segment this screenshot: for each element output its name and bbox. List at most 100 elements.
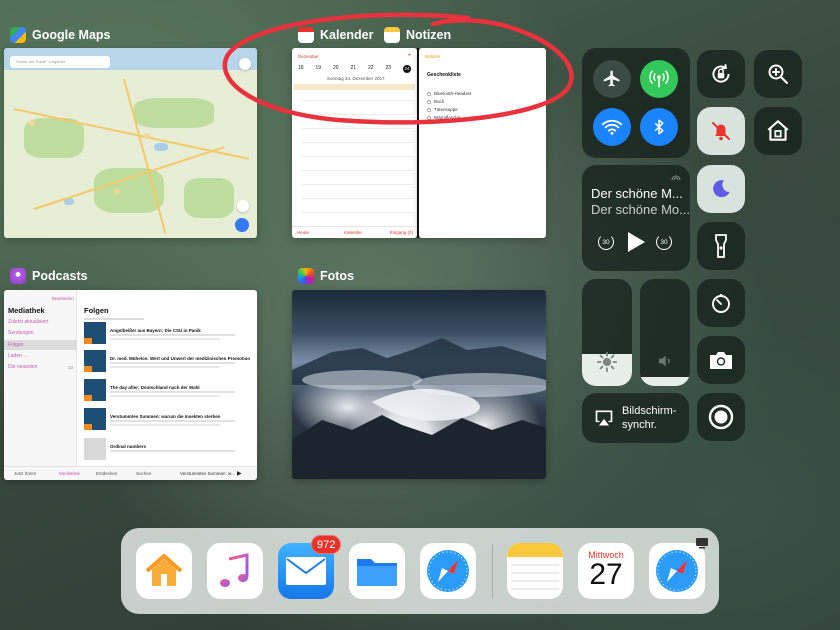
mail-badge: 972 — [311, 535, 342, 554]
sidebar-item-downloads[interactable]: Laden ... — [8, 353, 27, 359]
episode-row[interactable]: Verstummtes Summen: warum die Insekten s… — [84, 408, 244, 431]
bell-slash-icon — [712, 122, 730, 141]
map-town — [144, 133, 150, 139]
screen-recording-toggle[interactable] — [697, 393, 745, 441]
now-playing-module[interactable]: Der schöne M... Der schöne Mo... 30 30 — [582, 165, 690, 271]
episode-artwork — [84, 379, 106, 401]
rotation-lock-icon — [712, 64, 730, 83]
screen-mirroring-icon — [595, 410, 613, 426]
skip-forward-button[interactable]: 30 — [656, 234, 672, 250]
brightness-slider[interactable] — [582, 279, 632, 386]
wifi-toggle[interactable] — [593, 108, 631, 146]
flashlight-icon — [715, 234, 727, 258]
mute-toggle[interactable] — [697, 107, 745, 155]
maps-search-input[interactable]: Suche auf "Karte" eingeben — [10, 56, 110, 68]
sidebar-title: Mediathek — [8, 306, 45, 315]
calendar-toolbar: Heute Kalender Eingang (0) — [292, 226, 417, 238]
map-town — [114, 188, 120, 194]
magnifier-icon — [768, 64, 788, 84]
episode-row[interactable]: Dr. med. Mühelos: Wert und Unwert der me… — [84, 350, 250, 373]
tab-listen-now[interactable]: Jetzt hören — [14, 471, 36, 476]
maps-app-title[interactable]: Google Maps — [10, 27, 110, 43]
cellular-data-toggle[interactable] — [640, 60, 678, 98]
podcasts-tabbar: Jetzt hören Mediathek Entdecken Suchen V… — [4, 466, 257, 480]
do-not-disturb-toggle[interactable] — [697, 165, 745, 213]
tab-library[interactable]: Mediathek — [59, 471, 80, 476]
connectivity-module — [582, 48, 690, 158]
calendars-button[interactable]: Kalender — [344, 230, 362, 235]
timer-toggle[interactable] — [697, 279, 745, 327]
now-playing-subtitle: Der schöne Mo... — [591, 202, 690, 217]
play-icon[interactable] — [626, 231, 646, 253]
dock-safari-app[interactable] — [420, 543, 476, 599]
skip-back-button[interactable]: 30 — [598, 234, 614, 250]
home-app-toggle[interactable] — [754, 107, 802, 155]
podcasts-app-card[interactable]: Bearbeiten Mediathek Zuletzt aktualisier… — [4, 290, 257, 480]
photos-icon — [298, 268, 314, 284]
airplane-mode-toggle[interactable] — [593, 60, 631, 98]
volume-level — [640, 377, 690, 386]
podcasts-sidebar: Bearbeiten Mediathek Zuletzt aktualisier… — [4, 290, 77, 466]
dock-calendar-app[interactable]: Mittwoch 27 — [578, 543, 634, 599]
magnifier-toggle[interactable] — [754, 50, 802, 98]
dock-files-app[interactable] — [349, 543, 405, 599]
mountain-photo — [292, 338, 546, 479]
dock-music-app[interactable] — [207, 543, 263, 599]
episode-row[interactable]: The day after: Deutschland nach der Wahl — [84, 379, 244, 402]
tab-search[interactable]: Suchen — [136, 471, 151, 476]
antenna-icon — [649, 70, 669, 88]
record-icon — [708, 404, 734, 430]
now-playing-title: Der schöne M... — [591, 186, 683, 201]
flashlight-toggle[interactable] — [697, 222, 745, 270]
red-circle-annotation — [222, 12, 574, 125]
today-button[interactable]: Heute — [297, 230, 309, 235]
photos-app-title[interactable]: Fotos — [298, 268, 354, 284]
inbox-button[interactable]: Eingang (0) — [390, 230, 413, 235]
directions-button[interactable] — [235, 218, 249, 232]
episode-row[interactable]: Angstbeißer aus Bayern: Die CSU in Panik — [84, 322, 244, 345]
sidebar-item-recent[interactable]: Zuletzt aktualisiert — [8, 319, 48, 325]
bluetooth-icon — [654, 119, 664, 135]
now-playing-mini[interactable]: Verstummtes Summen: w... — [180, 471, 235, 476]
play-icon[interactable]: ▶ — [237, 470, 242, 477]
dock-notes-app[interactable] — [507, 543, 563, 599]
sidebar-item-newest[interactable]: Die neuesten — [8, 364, 37, 370]
episode-row[interactable]: Ordinal numbers — [84, 438, 244, 461]
home-icon — [145, 554, 183, 586]
calendar-day: 27 — [589, 558, 623, 591]
progress-divider — [84, 318, 144, 320]
rotation-lock-toggle[interactable] — [697, 50, 745, 98]
map-forest — [134, 98, 214, 128]
newest-count: 10 — [68, 365, 74, 370]
notes-icon — [507, 543, 563, 590]
maps-label: Google Maps — [32, 28, 111, 42]
dock-recent-safari-app[interactable] — [649, 543, 705, 599]
camera-icon — [710, 352, 732, 369]
edit-button[interactable]: Bearbeiten — [52, 296, 74, 301]
speaker-icon — [659, 355, 670, 367]
camera-toggle[interactable] — [697, 336, 745, 384]
photos-app-card[interactable] — [292, 290, 546, 479]
folder-icon — [357, 559, 397, 586]
sidebar-item-shows[interactable]: Sendungen — [8, 330, 34, 336]
sidebar-item-episodes[interactable]: Folgen — [8, 342, 23, 348]
dock-divider — [492, 544, 493, 598]
dock-home-app[interactable] — [136, 543, 192, 599]
episode-artwork — [84, 438, 106, 460]
envelope-icon — [286, 557, 326, 585]
handoff-icon — [696, 538, 708, 549]
moon-icon — [713, 180, 730, 198]
dock: Mittwoch 27 — [121, 528, 719, 614]
airplay-audio-icon[interactable] — [670, 173, 682, 185]
volume-slider[interactable] — [640, 279, 690, 386]
podcasts-icon — [10, 268, 26, 284]
episodes-title: Folgen — [84, 306, 109, 315]
timer-icon — [712, 294, 730, 313]
tab-browse[interactable]: Entdecken — [96, 471, 117, 476]
compass-icon — [656, 550, 698, 592]
screen-mirroring-toggle[interactable]: Bildschirm-synchr. — [582, 393, 689, 443]
bluetooth-toggle[interactable] — [640, 108, 678, 146]
home-icon — [767, 120, 789, 141]
location-icon[interactable] — [237, 200, 249, 212]
podcasts-app-title[interactable]: Podcasts — [10, 268, 88, 284]
